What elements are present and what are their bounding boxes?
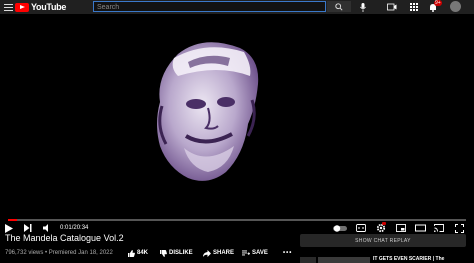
next-video-thumbnail[interactable] bbox=[318, 257, 370, 263]
search-icon bbox=[335, 2, 343, 11]
volume-icon bbox=[43, 224, 48, 232]
progress-fill bbox=[8, 219, 18, 221]
dislike-label: DISLIKE bbox=[169, 250, 193, 256]
top-bar: YouTube Search 9+ bbox=[0, 0, 474, 14]
search-input[interactable]: Search bbox=[93, 1, 326, 12]
current-time: 0:01 bbox=[60, 225, 72, 231]
premiere-date: Premiered Jan 18, 2022 bbox=[48, 250, 113, 256]
youtube-logo[interactable]: YouTube bbox=[15, 2, 66, 12]
next-video-title[interactable]: IT GETS EVEN SCARIER | The bbox=[373, 256, 444, 262]
play-icon bbox=[5, 223, 13, 233]
save-button[interactable]: SAVE bbox=[242, 249, 268, 257]
save-playlist-icon bbox=[242, 250, 250, 255]
show-chat-replay-button[interactable]: SHOW CHAT REPLAY bbox=[300, 234, 466, 247]
search-button[interactable] bbox=[327, 1, 351, 12]
mix-thumbnail[interactable] bbox=[300, 257, 316, 263]
video-player[interactable]: 0:01 / 20:34 bbox=[0, 14, 474, 233]
autoplay-toggle-icon bbox=[333, 224, 347, 232]
youtube-play-icon bbox=[15, 2, 29, 12]
settings-button[interactable] bbox=[376, 222, 386, 234]
theater-mode-button[interactable] bbox=[415, 222, 426, 234]
thumbs-up-icon bbox=[128, 249, 135, 257]
like-button[interactable]: 84K bbox=[128, 249, 148, 257]
microphone-icon[interactable] bbox=[358, 2, 368, 12]
more-actions-button[interactable]: ••• bbox=[283, 249, 292, 257]
share-icon bbox=[203, 249, 211, 257]
share-button[interactable]: SHARE bbox=[203, 249, 234, 257]
video-title: The Mandela Catalogue Vol.2 bbox=[5, 233, 124, 243]
hamburger-menu-icon[interactable] bbox=[4, 2, 13, 11]
create-video-icon[interactable] bbox=[387, 2, 397, 12]
logo-text: YouTube bbox=[31, 2, 67, 12]
closed-captions-icon bbox=[356, 224, 366, 232]
notification-count-badge: 9+ bbox=[434, 0, 442, 6]
fullscreen-button[interactable] bbox=[455, 222, 464, 234]
more-dots-icon: ••• bbox=[283, 250, 293, 256]
share-label: SHARE bbox=[213, 250, 235, 256]
hd-badge bbox=[382, 222, 386, 225]
cast-icon bbox=[434, 224, 444, 232]
video-meta: 796,732 views • Premiered Jan 18, 2022 bbox=[5, 250, 113, 256]
miniplayer-button[interactable] bbox=[396, 222, 406, 234]
autoplay-toggle[interactable] bbox=[333, 222, 347, 234]
save-label: SAVE bbox=[252, 250, 268, 256]
view-count: 796,732 views bbox=[5, 250, 44, 256]
user-avatar[interactable] bbox=[450, 1, 461, 12]
theater-mode-icon bbox=[415, 224, 426, 232]
progress-bar[interactable] bbox=[8, 219, 466, 221]
video-frame-face bbox=[157, 42, 259, 181]
subtitles-button[interactable] bbox=[356, 222, 366, 234]
thumbs-down-icon bbox=[160, 249, 167, 257]
like-count: 84K bbox=[137, 250, 149, 256]
duration: 20:34 bbox=[73, 225, 89, 231]
miniplayer-icon bbox=[396, 224, 406, 232]
skip-next-icon bbox=[24, 224, 32, 232]
fullscreen-icon bbox=[455, 223, 464, 233]
dislike-button[interactable]: DISLIKE bbox=[160, 249, 193, 257]
apps-grid-icon[interactable] bbox=[409, 2, 419, 12]
cast-button[interactable] bbox=[434, 222, 444, 234]
